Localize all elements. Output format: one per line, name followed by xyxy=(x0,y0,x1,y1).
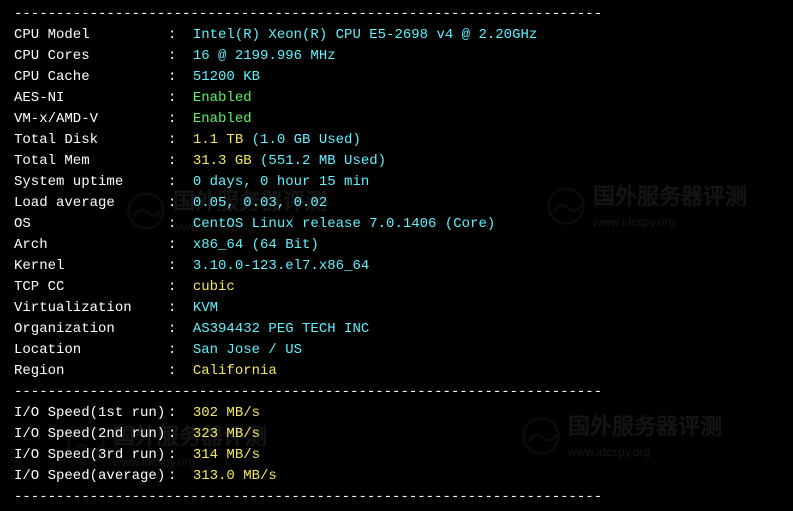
row-label: Virtualization xyxy=(14,298,168,319)
colon: : xyxy=(168,193,185,214)
row-label: TCP CC xyxy=(14,277,168,298)
info-row: Virtualization: KVM xyxy=(14,298,779,319)
info-row: Total Mem: 31.3 GB (551.2 MB Used) xyxy=(14,151,779,172)
row-label: I/O Speed(3rd run) xyxy=(14,445,168,466)
colon: : xyxy=(168,445,185,466)
row-value: San Jose / US xyxy=(193,340,302,361)
info-row: I/O Speed(2nd run): 323 MB/s xyxy=(14,424,779,445)
colon: : xyxy=(168,340,185,361)
colon: : xyxy=(168,172,185,193)
row-label: OS xyxy=(14,214,168,235)
row-label: Region xyxy=(14,361,168,382)
info-row: VM-x/AMD-V: Enabled xyxy=(14,109,779,130)
row-label: CPU Model xyxy=(14,25,168,46)
divider-top: ----------------------------------------… xyxy=(14,4,779,25)
row-value: 51200 KB xyxy=(193,67,260,88)
info-row: CPU Cache: 51200 KB xyxy=(14,67,779,88)
info-row: OS: CentOS Linux release 7.0.1406 (Core) xyxy=(14,214,779,235)
info-row: Arch: x86_64 (64 Bit) xyxy=(14,235,779,256)
row-label: CPU Cores xyxy=(14,46,168,67)
row-value: x86_64 (64 Bit) xyxy=(193,235,319,256)
info-row: CPU Model: Intel(R) Xeon(R) CPU E5-2698 … xyxy=(14,25,779,46)
colon: : xyxy=(168,403,185,424)
row-label: I/O Speed(average) xyxy=(14,466,168,487)
row-value: cubic xyxy=(193,277,235,298)
row-value: 16 @ 2199.996 MHz xyxy=(193,46,336,67)
colon: : xyxy=(168,130,185,151)
info-row: CPU Cores: 16 @ 2199.996 MHz xyxy=(14,46,779,67)
info-row: Kernel: 3.10.0-123.el7.x86_64 xyxy=(14,256,779,277)
row-extra: (1.0 GB Used) xyxy=(243,130,361,151)
info-row: Location: San Jose / US xyxy=(14,340,779,361)
row-value: California xyxy=(193,361,277,382)
info-row: Load average: 0.05, 0.03, 0.02 xyxy=(14,193,779,214)
info-row: I/O Speed(3rd run): 314 MB/s xyxy=(14,445,779,466)
info-row: Region: California xyxy=(14,361,779,382)
row-label: Load average xyxy=(14,193,168,214)
colon: : xyxy=(168,67,185,88)
colon: : xyxy=(168,46,185,67)
row-value: 313.0 MB/s xyxy=(193,466,277,487)
row-value: Enabled xyxy=(193,109,252,130)
colon: : xyxy=(168,361,185,382)
row-value: 0.05, 0.03, 0.02 xyxy=(193,193,327,214)
row-extra: (551.2 MB Used) xyxy=(252,151,386,172)
row-value: 0 days, 0 hour 15 min xyxy=(193,172,369,193)
row-label: Total Mem xyxy=(14,151,168,172)
colon: : xyxy=(168,235,185,256)
row-value: CentOS Linux release 7.0.1406 (Core) xyxy=(193,214,495,235)
row-value: AS394432 PEG TECH INC xyxy=(193,319,369,340)
colon: : xyxy=(168,25,185,46)
system-info-block: CPU Model: Intel(R) Xeon(R) CPU E5-2698 … xyxy=(14,25,779,382)
row-label: I/O Speed(1st run) xyxy=(14,403,168,424)
row-value: 314 MB/s xyxy=(193,445,260,466)
colon: : xyxy=(168,109,185,130)
divider-mid: ----------------------------------------… xyxy=(14,382,779,403)
colon: : xyxy=(168,88,185,109)
row-label: Organization xyxy=(14,319,168,340)
row-label: I/O Speed(2nd run) xyxy=(14,424,168,445)
info-row: Total Disk: 1.1 TB (1.0 GB Used) xyxy=(14,130,779,151)
info-row: I/O Speed(1st run): 302 MB/s xyxy=(14,403,779,424)
row-label: AES-NI xyxy=(14,88,168,109)
row-label: System uptime xyxy=(14,172,168,193)
row-value: 3.10.0-123.el7.x86_64 xyxy=(193,256,369,277)
colon: : xyxy=(168,277,185,298)
info-row: I/O Speed(average): 313.0 MB/s xyxy=(14,466,779,487)
info-row: AES-NI: Enabled xyxy=(14,88,779,109)
row-label: Arch xyxy=(14,235,168,256)
row-label: VM-x/AMD-V xyxy=(14,109,168,130)
colon: : xyxy=(168,298,185,319)
row-value: 323 MB/s xyxy=(193,424,260,445)
row-value: 31.3 GB xyxy=(193,151,252,172)
io-speed-block: I/O Speed(1st run): 302 MB/sI/O Speed(2n… xyxy=(14,403,779,487)
info-row: TCP CC: cubic xyxy=(14,277,779,298)
colon: : xyxy=(168,319,185,340)
row-value: 1.1 TB xyxy=(193,130,243,151)
row-label: Kernel xyxy=(14,256,168,277)
row-value: 302 MB/s xyxy=(193,403,260,424)
colon: : xyxy=(168,256,185,277)
colon: : xyxy=(168,151,185,172)
divider-bottom: ----------------------------------------… xyxy=(14,487,779,508)
row-value: KVM xyxy=(193,298,218,319)
row-value: Enabled xyxy=(193,88,252,109)
row-label: Location xyxy=(14,340,168,361)
row-label: Total Disk xyxy=(14,130,168,151)
colon: : xyxy=(168,214,185,235)
row-value: Intel(R) Xeon(R) CPU E5-2698 v4 @ 2.20GH… xyxy=(193,25,537,46)
colon: : xyxy=(168,466,185,487)
colon: : xyxy=(168,424,185,445)
row-label: CPU Cache xyxy=(14,67,168,88)
info-row: System uptime: 0 days, 0 hour 15 min xyxy=(14,172,779,193)
info-row: Organization: AS394432 PEG TECH INC xyxy=(14,319,779,340)
